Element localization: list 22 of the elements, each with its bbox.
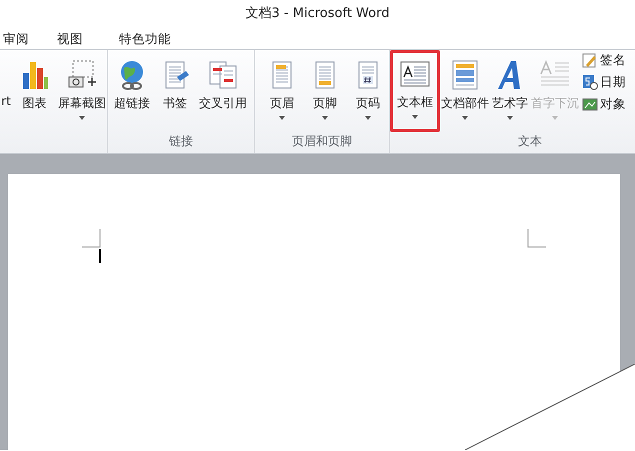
ribbon-tab[interactable]: 视图 xyxy=(54,30,86,48)
footer-button[interactable]: 页脚 xyxy=(304,55,346,125)
screenshot-button[interactable]: 屏幕截图 xyxy=(57,55,107,125)
ribbon-tab[interactable]: 特色功能 xyxy=(116,30,174,48)
ribbon-tab[interactable]: 审阅 xyxy=(0,30,32,48)
group-label: 链接 xyxy=(168,133,194,150)
window-title: 文档3 - Microsoft Word xyxy=(246,5,390,24)
crossref-button[interactable]: 交叉引用 xyxy=(198,55,248,115)
signature-button[interactable]: 签名 xyxy=(582,51,626,70)
bookmark-button[interactable]: 书签 xyxy=(154,55,196,115)
chart-button[interactable]: 图表 xyxy=(14,55,56,115)
textbox-button[interactable]: 文本框 xyxy=(390,50,440,132)
header-button[interactable]: 页眉 xyxy=(261,55,303,125)
wordart-button[interactable]: 艺术字 xyxy=(490,55,530,125)
pagenumber-button[interactable]: 页码 xyxy=(347,55,389,125)
datetime-button[interactable]: 日期 xyxy=(582,72,626,92)
group-label: 文本 xyxy=(517,133,543,150)
group-label: 页眉和页脚 xyxy=(291,133,353,150)
object-button[interactable]: 对象 xyxy=(582,94,626,114)
ribbon-button[interactable]: rt xyxy=(0,55,12,111)
hyperlink-button[interactable]: 超链接 xyxy=(112,55,152,115)
quickparts-button[interactable]: 文档部件 xyxy=(440,55,490,125)
